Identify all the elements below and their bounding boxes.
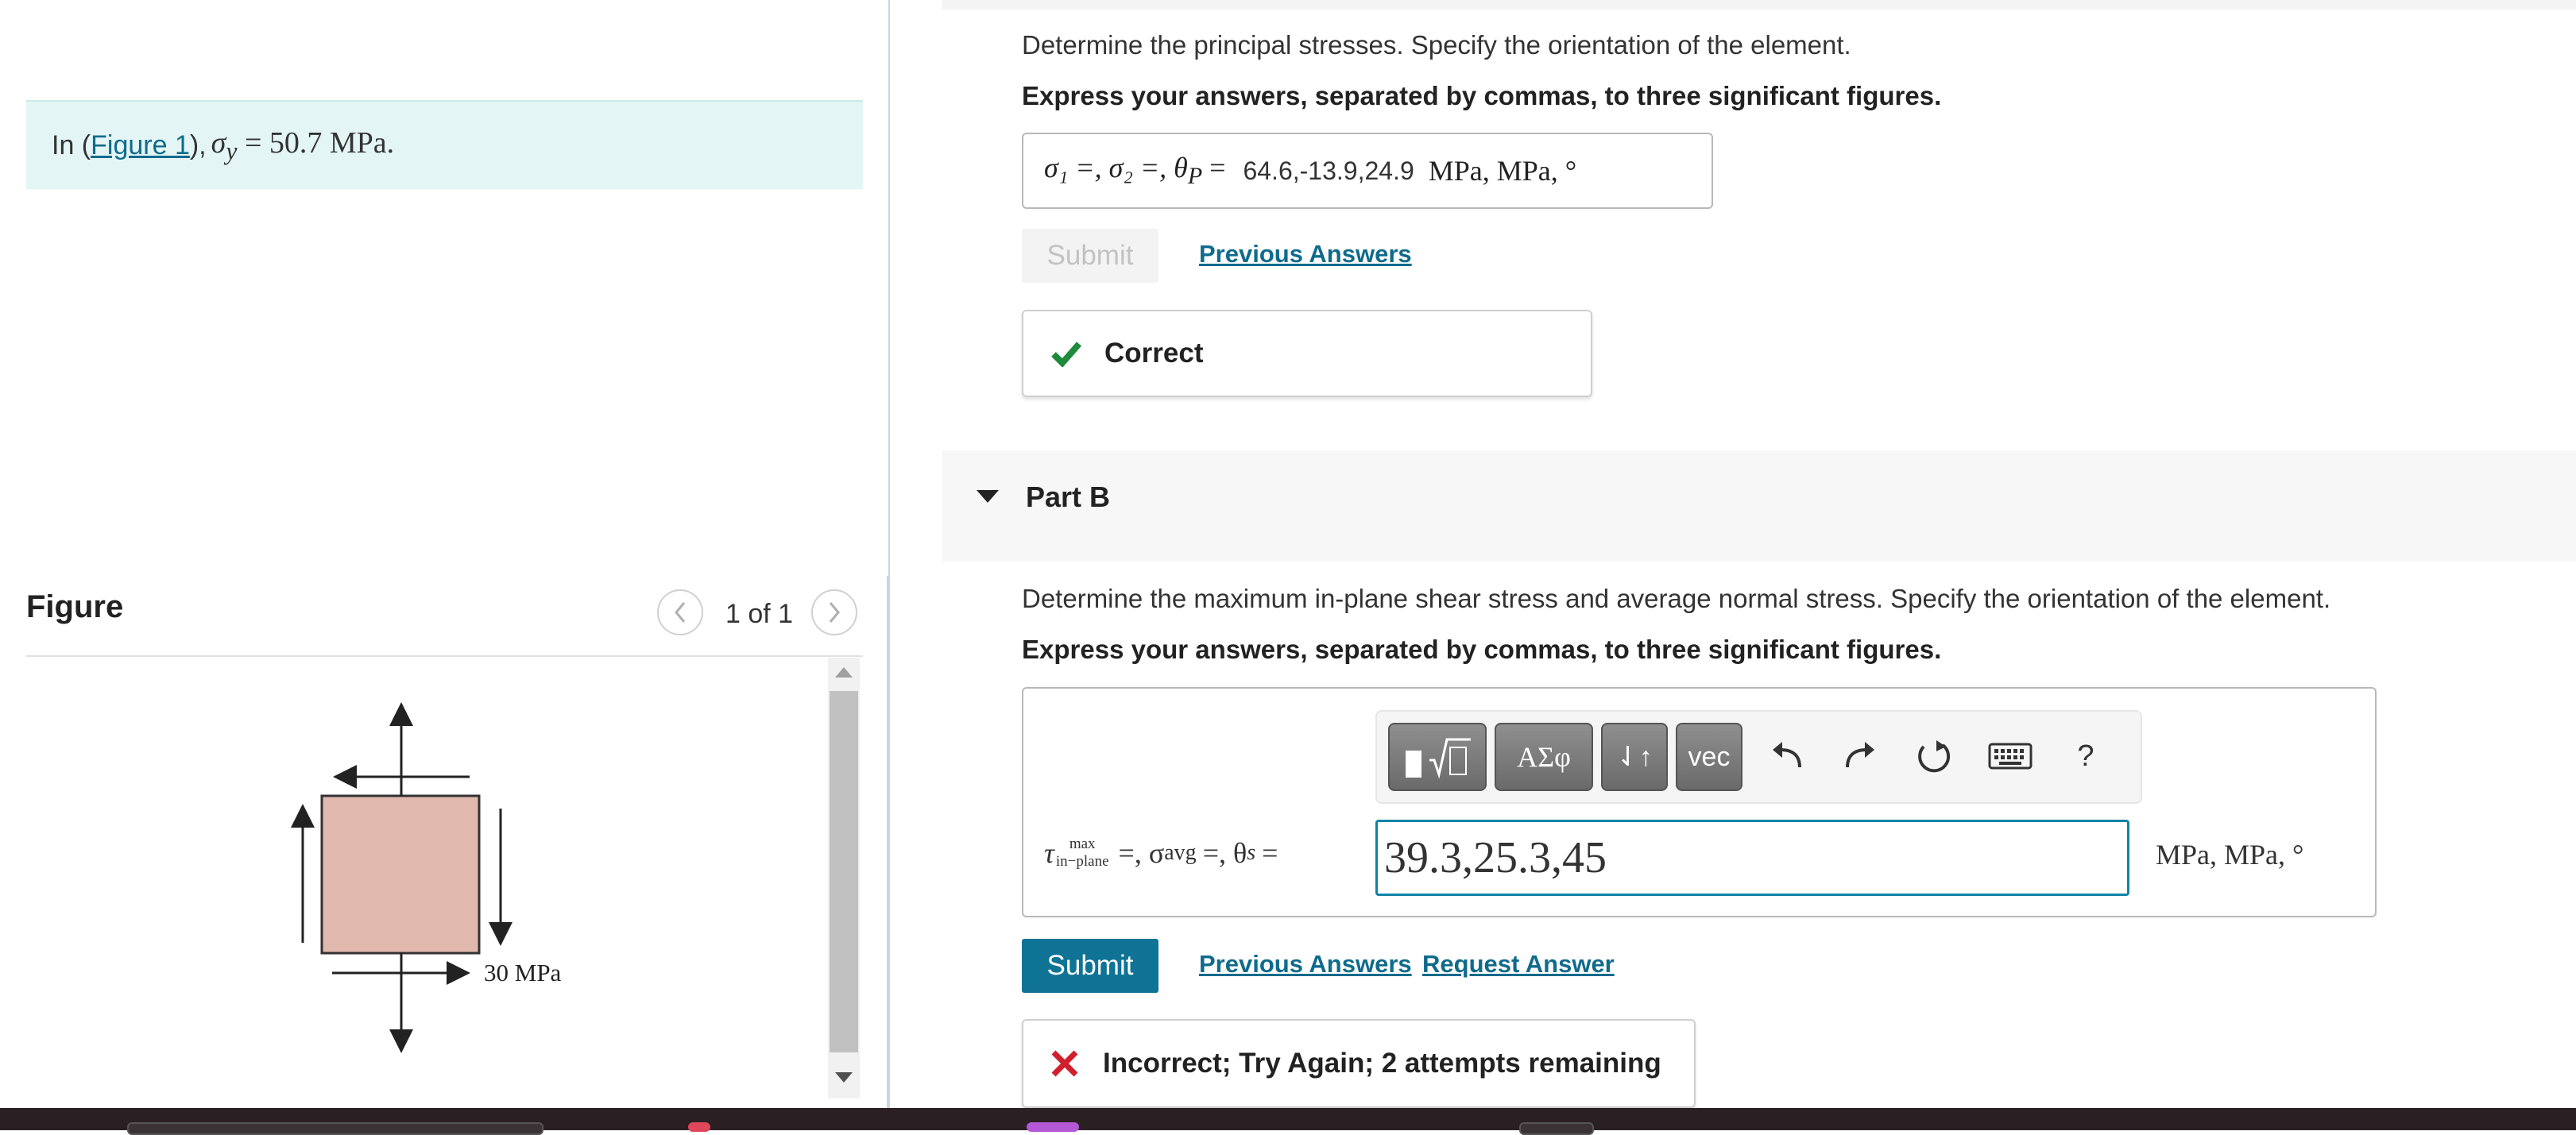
figure-1-link[interactable]: Figure 1 [91, 130, 190, 161]
part-b-feedback-text: Incorrect; Try Again; 2 attempts remaini… [1103, 1048, 1661, 1079]
figure-header: Figure 1 of 1 [26, 580, 863, 657]
part-b-units: MPa, MPa, ° [2156, 839, 2304, 871]
label-eq: = [1262, 837, 1278, 869]
part-a-label-sub: P [1187, 163, 1203, 190]
label-rest2: =, θ [1202, 837, 1247, 869]
taskbar-search[interactable] [127, 1122, 543, 1135]
label-tau-scripts: max in−plane [1056, 836, 1109, 871]
part-a-feedback: Correct [1022, 310, 1592, 397]
part-b-feedback: Incorrect; Try Again; 2 attempts remaini… [1022, 1019, 1696, 1108]
x-mark-icon [1051, 1050, 1078, 1077]
part-a-label-eq: = [1209, 152, 1226, 184]
taskbar-app-icon[interactable] [688, 1122, 710, 1132]
part-a-feedback-text: Correct [1104, 338, 1204, 369]
figure-counter: 1 of 1 [725, 599, 794, 629]
right-panel: Determine the principal stresses. Specif… [890, 0, 2576, 1108]
part-b-request-answer-link[interactable]: Request Answer [1422, 950, 1615, 979]
checkmark-icon [1051, 342, 1082, 367]
part-a-submit-button[interactable]: Submit [1022, 229, 1158, 283]
figure-prev-button[interactable] [657, 589, 703, 635]
part-b-answer-box: ΑΣφ ⇃↑ vec ? τ max in−plane =, σ avg =, … [1022, 687, 2377, 917]
part-a-label-main: σ₁ =, σ₂ =, θ [1044, 152, 1188, 184]
figure-next-button[interactable] [811, 589, 857, 635]
figure-area: 30 MPa [26, 659, 821, 1108]
part-b-question: Determine the maximum in-plane shear str… [1022, 584, 2331, 613]
part-b-instruction: Express your answers, separated by comma… [1022, 635, 1942, 664]
given-suffix: ), [189, 129, 207, 160]
label-avg-sub: avg [1164, 840, 1197, 865]
chevron-right-icon [829, 602, 840, 623]
scroll-down-arrow-icon[interactable] [835, 1072, 853, 1083]
vector-button[interactable]: vec [1676, 723, 1742, 791]
chevron-left-icon [675, 602, 686, 623]
caret-down-icon[interactable] [977, 490, 999, 503]
reset-icon[interactable] [1909, 732, 1957, 780]
part-b-previous-answers-link[interactable]: Previous Answers [1199, 950, 1412, 979]
part-a-instruction: Express your answers, separated by comma… [1022, 81, 1942, 110]
figure-title: Figure [26, 589, 124, 624]
label-tau: τ [1044, 837, 1054, 869]
part-a-answer-box: σ₁ =, σ₂ =, θP = 64.6,-13.9,24.9 MPa, MP… [1022, 133, 1713, 209]
given-sigma-sub: y [226, 137, 238, 165]
given-sigma: σ [211, 125, 226, 160]
scroll-thumb[interactable] [830, 691, 858, 1052]
figure-scrollbar[interactable] [828, 658, 860, 1098]
label-tau-sub: in−plane [1055, 853, 1109, 870]
undo-icon[interactable] [1763, 732, 1811, 780]
given-math: σy = 50.7 MPa. [211, 125, 395, 166]
help-button[interactable]: ? [2062, 732, 2110, 780]
taskbar-app-icon[interactable] [1519, 1122, 1594, 1135]
scroll-up-arrow-icon[interactable] [835, 667, 853, 678]
part-a-previous-answers-link[interactable]: Previous Answers [1199, 240, 1412, 268]
given-value: = 50.7 MPa. [244, 125, 395, 160]
redo-icon[interactable] [1836, 732, 1884, 780]
part-b-header[interactable]: Part B [942, 450, 2576, 562]
part-a-header-bar [942, 0, 2576, 10]
part-b-answer-input[interactable]: 39.3,25.3,45 [1375, 820, 2129, 896]
part-a-answer-units: MPa, MPa, ° [1428, 155, 1577, 187]
label-rest: =, σ [1118, 837, 1165, 869]
label-s-sub: s [1247, 840, 1256, 865]
part-a-answer-value: 64.6,-13.9,24.9 [1243, 156, 1414, 185]
stress-element [320, 794, 481, 955]
part-b-submit-button[interactable]: Submit [1022, 939, 1158, 993]
part-b-answer-label: τ max in−plane =, σ avg =, θs = [1044, 825, 1278, 881]
taskbar-app-icon[interactable] [1027, 1122, 1079, 1132]
left-panel: In (Figure 1), σy = 50.7 MPa. Figure 1 o… [0, 0, 888, 1108]
part-b-title: Part B [1026, 481, 1111, 513]
label-tau-sup: max [1069, 836, 1096, 852]
greek-symbols-button[interactable]: ΑΣφ [1495, 723, 1593, 791]
part-a-question: Determine the principal stresses. Specif… [1022, 30, 1851, 60]
keyboard-icon[interactable] [1982, 732, 2038, 780]
subscript-superscript-button[interactable]: ⇃↑ [1601, 723, 1668, 791]
given-info-box: In (Figure 1), σy = 50.7 MPa. [26, 100, 863, 189]
templates-button[interactable] [1388, 723, 1487, 791]
math-toolbar: ΑΣφ ⇃↑ vec ? [1375, 710, 2142, 804]
stress-element-figure: 30 MPa [291, 702, 562, 1053]
part-a-answer-label: σ₁ =, σ₂ =, θP = [1044, 151, 1225, 190]
load-label: 30 MPa [484, 959, 562, 986]
given-prefix: In ( [52, 129, 91, 160]
templates-icon [1406, 738, 1471, 779]
